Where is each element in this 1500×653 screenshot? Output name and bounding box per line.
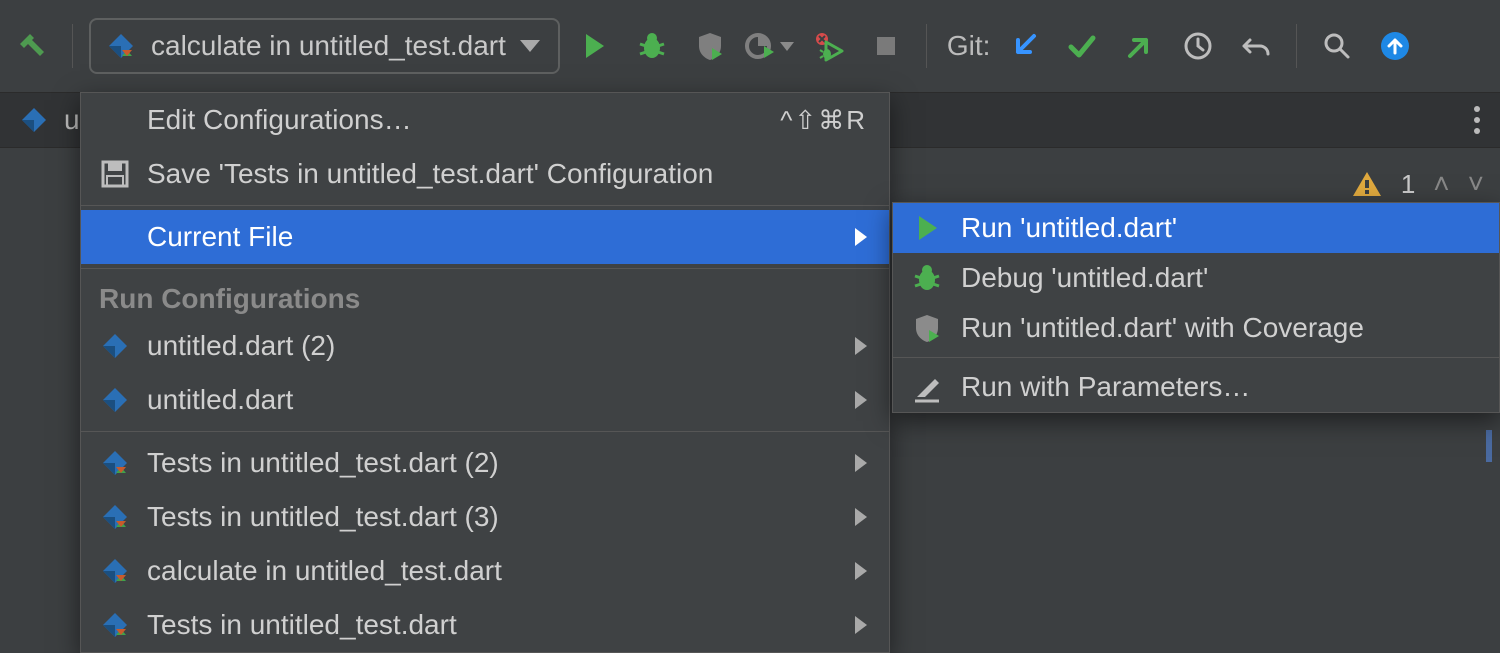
run-configurations-header: Run Configurations: [81, 273, 889, 319]
menu-item-label: Edit Configurations…: [147, 104, 412, 136]
dart-test-icon: [105, 30, 137, 62]
rerun-failed-button[interactable]: [804, 22, 852, 70]
chevron-right-icon: [855, 454, 867, 472]
menu-item-label: Run 'untitled.dart' with Coverage: [961, 312, 1364, 344]
play-icon: [911, 212, 943, 244]
run-config-item[interactable]: untitled.dart (2): [81, 319, 889, 373]
editor-tab-fragment[interactable]: u: [64, 104, 80, 136]
hammer-icon: [16, 30, 48, 62]
main-toolbar: calculate in untitled_test.dart: [0, 0, 1500, 92]
menu-item-label: Run with Parameters…: [961, 371, 1250, 403]
run-config-item[interactable]: Tests in untitled_test.dart (2): [81, 436, 889, 490]
next-highlight-button[interactable]: ˅: [1468, 168, 1484, 200]
sync-button[interactable]: [1371, 22, 1419, 70]
menu-item-label: Save 'Tests in untitled_test.dart' Confi…: [147, 158, 713, 190]
warning-icon: [1351, 168, 1383, 200]
save-icon: [99, 158, 131, 190]
debug-current-file-item[interactable]: Debug 'untitled.dart': [893, 253, 1499, 303]
checkmark-icon: [1066, 30, 1098, 62]
edit-configurations-item[interactable]: Edit Configurations… ^⇧⌘R: [81, 93, 889, 147]
menu-item-label: untitled.dart (2): [147, 330, 335, 362]
run-current-file-item[interactable]: Run 'untitled.dart': [893, 203, 1499, 253]
menu-item-label: calculate in untitled_test.dart: [147, 555, 502, 587]
chevron-right-icon: [855, 391, 867, 409]
bug-icon: [911, 262, 943, 294]
toolbar-separator: [1296, 24, 1297, 68]
toolbar-separator: [72, 24, 73, 68]
menu-item-label: untitled.dart: [147, 384, 293, 416]
search-button[interactable]: [1313, 22, 1361, 70]
coverage-icon: [694, 30, 726, 62]
git-push-button[interactable]: [1116, 22, 1164, 70]
chevron-right-icon: [855, 228, 867, 246]
run-config-item[interactable]: Tests in untitled_test.dart: [81, 598, 889, 652]
menu-item-label: Current File: [147, 221, 293, 253]
chevron-right-icon: [855, 337, 867, 355]
menu-item-label: Tests in untitled_test.dart (2): [147, 447, 499, 479]
save-configuration-item[interactable]: Save 'Tests in untitled_test.dart' Confi…: [81, 147, 889, 201]
dart-file-icon: [18, 104, 50, 136]
stop-button[interactable]: [862, 22, 910, 70]
coverage-button[interactable]: [686, 22, 734, 70]
menu-separator: [81, 205, 889, 206]
dart-icon: [99, 384, 131, 416]
run-config-popup: Edit Configurations… ^⇧⌘R Save 'Tests in…: [80, 92, 890, 653]
stop-icon: [870, 30, 902, 62]
current-file-submenu: Run 'untitled.dart' Debug 'untitled.dart…: [892, 202, 1500, 413]
prev-highlight-button[interactable]: ˄: [1433, 168, 1449, 200]
git-commit-button[interactable]: [1058, 22, 1106, 70]
keyboard-shortcut: ^⇧⌘R: [780, 105, 867, 136]
menu-separator: [81, 268, 889, 269]
run-config-label: calculate in untitled_test.dart: [151, 30, 506, 62]
run-config-selector[interactable]: calculate in untitled_test.dart: [89, 18, 560, 74]
coverage-icon: [911, 312, 943, 344]
menu-item-label: Run 'untitled.dart': [961, 212, 1177, 244]
history-button[interactable]: [1174, 22, 1222, 70]
profile-button[interactable]: [744, 22, 794, 70]
inspection-widget[interactable]: 1 ˄ ˅: [1351, 168, 1484, 200]
chevron-right-icon: [855, 562, 867, 580]
coverage-current-file-item[interactable]: Run 'untitled.dart' with Coverage: [893, 303, 1499, 353]
upload-circle-icon: [1379, 30, 1411, 62]
dart-test-icon: [99, 609, 131, 641]
editor-actions: [1474, 92, 1500, 148]
chevron-right-icon: [855, 616, 867, 634]
undo-button[interactable]: [1232, 22, 1280, 70]
undo-icon: [1240, 30, 1272, 62]
menu-item-label: Tests in untitled_test.dart: [147, 609, 457, 641]
play-icon: [578, 30, 610, 62]
dart-test-icon: [99, 555, 131, 587]
inspection-count: 1: [1401, 169, 1415, 200]
run-config-item[interactable]: untitled.dart: [81, 373, 889, 427]
dart-icon: [99, 330, 131, 362]
search-icon: [1321, 30, 1353, 62]
rerun-failed-icon: [812, 30, 844, 62]
debug-button[interactable]: [628, 22, 676, 70]
dart-test-icon: [99, 447, 131, 479]
current-file-item[interactable]: Current File: [81, 210, 889, 264]
menu-separator: [81, 431, 889, 432]
arrow-up-right-icon: [1124, 30, 1156, 62]
bug-icon: [636, 30, 668, 62]
kebab-menu-button[interactable]: [1474, 106, 1480, 134]
profiler-icon: [744, 30, 776, 62]
run-config-item[interactable]: Tests in untitled_test.dart (3): [81, 490, 889, 544]
pencil-icon: [911, 371, 943, 403]
chevron-down-icon: [780, 42, 794, 51]
dart-test-icon: [99, 501, 131, 533]
menu-separator: [893, 357, 1499, 358]
chevron-down-icon: [520, 40, 540, 52]
run-with-parameters-item[interactable]: Run with Parameters…: [893, 362, 1499, 412]
menu-item-label: Debug 'untitled.dart': [961, 262, 1208, 294]
chevron-right-icon: [855, 508, 867, 526]
git-label: Git:: [947, 30, 991, 62]
history-icon: [1182, 30, 1214, 62]
arrow-down-left-icon: [1008, 30, 1040, 62]
git-update-button[interactable]: [1000, 22, 1048, 70]
menu-item-label: Tests in untitled_test.dart (3): [147, 501, 499, 533]
build-button[interactable]: [8, 22, 56, 70]
run-button[interactable]: [570, 22, 618, 70]
run-config-item[interactable]: calculate in untitled_test.dart: [81, 544, 889, 598]
toolbar-separator: [926, 24, 927, 68]
